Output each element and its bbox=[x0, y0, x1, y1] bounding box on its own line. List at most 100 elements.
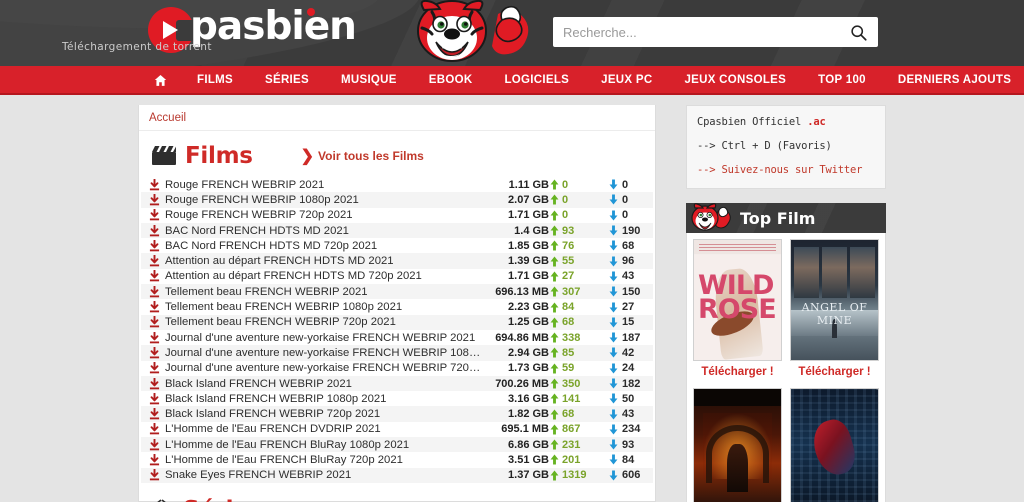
leechers-down-arrow-icon bbox=[609, 439, 618, 450]
torrent-row[interactable]: L'Homme de l'Eau FRENCH DVDRIP 2021 695.1… bbox=[141, 422, 653, 437]
torrent-title[interactable]: Attention au départ FRENCH HDTS MD 720p … bbox=[165, 270, 481, 282]
seeders-count: 68 bbox=[562, 408, 575, 421]
breadcrumb-accueil[interactable]: Accueil bbox=[149, 112, 186, 124]
torrent-size: 1.37 GB bbox=[508, 469, 549, 482]
nav-item-derniers-ajouts[interactable]: DERNIERS AJOUTS bbox=[882, 66, 1024, 95]
search-bar[interactable] bbox=[553, 17, 878, 47]
torrent-title[interactable]: Black Island FRENCH WEBRIP 720p 2021 bbox=[165, 408, 481, 420]
leechers-count: 182 bbox=[622, 377, 641, 390]
torrent-title[interactable]: L'Homme de l'Eau FRENCH BluRay 1080p 202… bbox=[165, 439, 481, 451]
leechers-down-arrow-icon bbox=[609, 286, 618, 297]
torrent-title[interactable]: Journal d'une aventure new-yorkaise FREN… bbox=[165, 347, 481, 359]
torrent-title[interactable]: Attention au départ FRENCH HDTS MD 2021 bbox=[165, 255, 481, 267]
leechers-count: 50 bbox=[622, 392, 635, 405]
torrent-title[interactable]: Black Island FRENCH WEBRIP 2021 bbox=[165, 378, 481, 390]
torrent-row[interactable]: Snake Eyes FRENCH WEBRIP 2021 1.37 GB 1319… bbox=[141, 467, 653, 483]
torrent-title[interactable]: Journal d'une aventure new-yorkaise FREN… bbox=[165, 332, 481, 344]
leechers-count: 0 bbox=[622, 209, 629, 222]
poster-download-link[interactable]: Télécharger ! bbox=[790, 361, 879, 384]
poster-cell: WILD ROSE Télécharger ! bbox=[693, 239, 782, 384]
torrent-row[interactable]: L'Homme de l'Eau FRENCH BluRay 720p 2021… bbox=[141, 452, 653, 467]
torrent-title[interactable]: Tellement beau FRENCH WEBRIP 1080p 2021 bbox=[165, 301, 481, 313]
download-icon bbox=[149, 209, 160, 221]
download-icon bbox=[149, 239, 161, 252]
torrent-row[interactable]: Tellement beau FRENCH WEBRIP 1080p 2021 2… bbox=[141, 299, 653, 314]
leechers-count: 84 bbox=[622, 453, 635, 466]
torrent-row[interactable]: Black Island FRENCH WEBRIP 2021 700.26 MB… bbox=[141, 375, 653, 392]
torrent-leechers: 43 bbox=[597, 408, 647, 420]
torrent-row[interactable]: BAC Nord FRENCH HDTS MD 720p 2021 1.85 GB… bbox=[141, 238, 653, 253]
poster-download-link[interactable]: Télécharger ! bbox=[693, 361, 782, 384]
seeders-count: 68 bbox=[562, 316, 575, 329]
torrent-row[interactable]: Journal d'une aventure new-yorkaise FREN… bbox=[141, 345, 653, 361]
nav-item-jeux-pc[interactable]: JEUX PC bbox=[585, 66, 668, 95]
nav-item-musique[interactable]: MUSIQUE bbox=[325, 66, 413, 95]
torrent-size: 1.73 GB bbox=[508, 362, 549, 375]
seeders-count: 55 bbox=[562, 255, 575, 268]
nav-item-s-ries[interactable]: SÉRIES bbox=[249, 66, 325, 95]
download-icon bbox=[149, 193, 161, 206]
official-site-box: Cpasbien Officiel .ac --> Ctrl + D (Favo… bbox=[686, 105, 886, 189]
download-icon bbox=[149, 331, 161, 344]
torrent-row[interactable]: Rouge FRENCH WEBRIP 720p 2021 1.71 GB 0 0 bbox=[141, 208, 653, 223]
torrent-title[interactable]: Rouge FRENCH WEBRIP 2021 bbox=[165, 179, 481, 191]
twitter-follow-link[interactable]: --> Suivez-nous sur Twitter bbox=[697, 164, 875, 176]
torrent-title[interactable]: Tellement beau FRENCH WEBRIP 2021 bbox=[165, 286, 481, 298]
download-icon bbox=[149, 270, 160, 282]
torrent-title[interactable]: Rouge FRENCH WEBRIP 1080p 2021 bbox=[165, 194, 481, 206]
see-all-films-link[interactable]: ❯ Voir tous les Films bbox=[301, 146, 424, 166]
seeders-up-arrow-icon bbox=[550, 286, 559, 297]
download-icon bbox=[149, 423, 160, 435]
download-icon bbox=[149, 255, 160, 267]
search-button[interactable] bbox=[838, 17, 878, 47]
search-input[interactable] bbox=[553, 24, 838, 40]
movie-poster[interactable]: ANGEL OF MINE bbox=[790, 239, 879, 361]
movie-poster[interactable] bbox=[790, 388, 879, 502]
seeders-count: 59 bbox=[562, 362, 575, 375]
torrent-row[interactable]: L'Homme de l'Eau FRENCH BluRay 1080p 202… bbox=[141, 437, 653, 453]
seeders-count: 76 bbox=[562, 239, 575, 252]
torrent-row[interactable]: Black Island FRENCH WEBRIP 720p 2021 1.82… bbox=[141, 406, 653, 422]
movie-poster[interactable] bbox=[693, 388, 782, 502]
torrent-title[interactable]: Journal d'une aventure new-yorkaise FREN… bbox=[165, 362, 481, 374]
movie-poster[interactable]: WILD ROSE bbox=[693, 239, 782, 361]
torrent-title[interactable]: BAC Nord FRENCH HDTS MD 720p 2021 bbox=[165, 240, 481, 252]
leechers-down-arrow-icon bbox=[609, 240, 618, 251]
nav-item-films[interactable]: FILMS bbox=[181, 66, 249, 95]
torrent-title[interactable]: Tellement beau FRENCH WEBRIP 720p 2021 bbox=[165, 316, 481, 328]
torrent-row[interactable]: Journal d'une aventure new-yorkaise FREN… bbox=[141, 361, 653, 376]
seeders-count: 231 bbox=[562, 438, 581, 451]
torrent-row[interactable]: Tellement beau FRENCH WEBRIP 2021 696.13 … bbox=[141, 284, 653, 300]
nav-item-home[interactable] bbox=[140, 74, 181, 87]
download-icon bbox=[149, 224, 160, 236]
download-icon bbox=[149, 316, 160, 328]
logo-tagline: Téléchargement de torrent bbox=[62, 41, 212, 53]
torrent-title[interactable]: Rouge FRENCH WEBRIP 720p 2021 bbox=[165, 209, 481, 221]
torrent-title[interactable]: Snake Eyes FRENCH WEBRIP 2021 bbox=[165, 469, 481, 481]
seeders-up-arrow-icon bbox=[550, 256, 559, 267]
download-icon bbox=[149, 224, 161, 237]
torrent-row[interactable]: Black Island FRENCH WEBRIP 1080p 2021 3.1… bbox=[141, 391, 653, 406]
leechers-count: 68 bbox=[622, 239, 635, 252]
nav-item-top-100[interactable]: TOP 100 bbox=[802, 66, 882, 95]
clapperboard-icon bbox=[151, 145, 177, 167]
nav-item-ebook[interactable]: EBOOK bbox=[413, 66, 489, 95]
torrent-title[interactable]: Black Island FRENCH WEBRIP 1080p 2021 bbox=[165, 393, 481, 405]
torrent-row[interactable]: Rouge FRENCH WEBRIP 1080p 2021 2.07 GB 0 0 bbox=[141, 192, 653, 208]
torrent-row[interactable]: Rouge FRENCH WEBRIP 2021 1.11 GB 0 0 bbox=[141, 177, 653, 192]
torrent-title[interactable]: L'Homme de l'Eau FRENCH DVDRIP 2021 bbox=[165, 423, 481, 435]
seeders-count: 141 bbox=[562, 392, 581, 405]
nav-item-jeux-consoles[interactable]: JEUX CONSOLES bbox=[668, 66, 802, 95]
torrent-row[interactable]: BAC Nord FRENCH HDTS MD 2021 1.4 GB 93 190 bbox=[141, 222, 653, 239]
torrent-size: 1.25 GB bbox=[508, 316, 549, 329]
download-icon bbox=[149, 285, 161, 298]
nav-item-logiciels[interactable]: LOGICIELS bbox=[488, 66, 585, 95]
torrent-row[interactable]: Journal d'une aventure new-yorkaise FREN… bbox=[141, 330, 653, 345]
torrent-row[interactable]: Attention au départ FRENCH HDTS MD 2021 1… bbox=[141, 253, 653, 269]
torrent-title[interactable]: L'Homme de l'Eau FRENCH BluRay 720p 2021 bbox=[165, 454, 481, 466]
torrent-title[interactable]: BAC Nord FRENCH HDTS MD 2021 bbox=[165, 225, 481, 237]
torrent-row[interactable]: Tellement beau FRENCH WEBRIP 720p 2021 1.… bbox=[141, 314, 653, 330]
download-icon bbox=[149, 392, 161, 405]
torrent-row[interactable]: Attention au départ FRENCH HDTS MD 720p … bbox=[141, 269, 653, 284]
leechers-count: 0 bbox=[622, 193, 629, 206]
